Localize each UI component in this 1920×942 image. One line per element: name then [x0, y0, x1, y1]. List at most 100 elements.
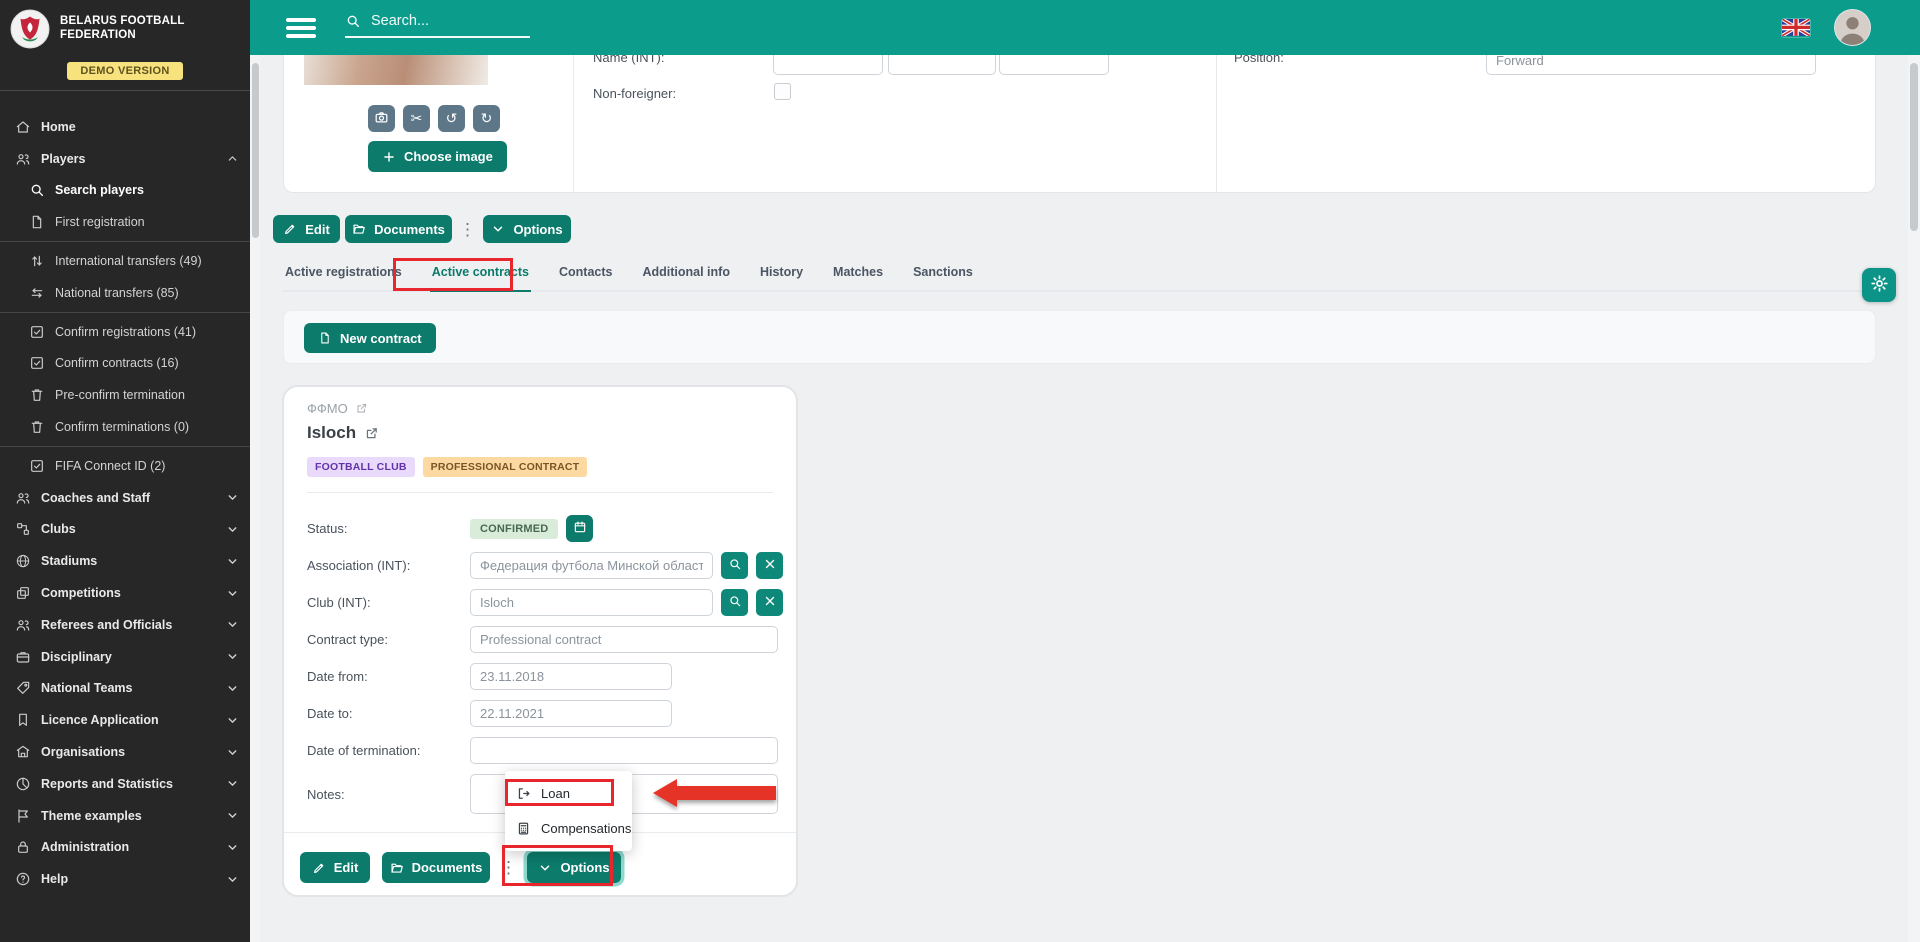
tab-active-contracts[interactable]: Active contracts: [430, 265, 531, 292]
sidebar-item-home[interactable]: Home: [0, 111, 250, 143]
uk-flag-icon[interactable]: [1782, 19, 1810, 37]
sidebar-item-clubs[interactable]: Clubs: [0, 514, 250, 546]
card-badges: FOOTBALL CLUB PROFESSIONAL CONTRACT: [307, 457, 587, 477]
sidebar-item-competitions[interactable]: Competitions: [0, 577, 250, 609]
club-search-button[interactable]: [721, 589, 748, 616]
chevron-down-icon: [226, 841, 240, 854]
sidebar-item-help[interactable]: Help: [0, 863, 250, 895]
club-input[interactable]: [470, 589, 713, 616]
sidebar-item-pre-confirm-termination[interactable]: Pre-confirm termination: [0, 379, 250, 411]
tab-active-registrations[interactable]: Active registrations: [283, 265, 404, 290]
chevron-down-icon: [226, 746, 240, 759]
status-history-button[interactable]: [566, 515, 593, 542]
contract-edit-button[interactable]: Edit: [300, 852, 370, 883]
options-button[interactable]: Options: [483, 215, 571, 243]
search-input[interactable]: [371, 13, 521, 29]
date-from-label: Date from:: [307, 669, 470, 684]
sidebar-group-divider: [0, 241, 250, 242]
contract-options-button[interactable]: Options: [527, 852, 621, 883]
tab-history[interactable]: History: [758, 265, 805, 290]
chevron-up-icon: [226, 152, 240, 165]
external-link-icon[interactable]: [355, 402, 368, 415]
new-contract-button[interactable]: New contract: [304, 323, 436, 353]
tab-contacts[interactable]: Contacts: [557, 265, 614, 290]
date-to-input[interactable]: [470, 700, 672, 727]
window-scrollbar[interactable]: [1908, 55, 1920, 942]
sidebar-item-first-registration[interactable]: First registration: [0, 206, 250, 238]
sidebar-group-divider: [0, 312, 250, 313]
sidebar-item-confirm-registrations[interactable]: Confirm registrations (41): [0, 316, 250, 348]
tab-sanctions[interactable]: Sanctions: [911, 265, 975, 290]
sidebar-scrollbar-thumb[interactable]: [252, 63, 259, 238]
date-from-input[interactable]: [470, 663, 672, 690]
window-scrollbar-thumb[interactable]: [1910, 63, 1918, 231]
player-photo: [304, 55, 488, 85]
sidebar-divider: [0, 90, 250, 91]
search-icon: [28, 182, 45, 199]
global-search[interactable]: [345, 13, 530, 38]
sidebar-item-national-teams[interactable]: National Teams: [0, 673, 250, 705]
chevron-down-icon: [226, 523, 240, 536]
tab-additional-info[interactable]: Additional info: [640, 265, 731, 290]
edit-button[interactable]: Edit: [273, 215, 340, 243]
sidebar-item-international-transfers[interactable]: International transfers (49): [0, 245, 250, 277]
rotate-right-button[interactable]: ↻: [473, 105, 500, 132]
compensations-icon: [516, 821, 531, 836]
association-input[interactable]: [470, 552, 713, 579]
documents-button[interactable]: Documents: [345, 215, 452, 243]
sidebar-scrollbar[interactable]: [250, 55, 260, 942]
tab-matches[interactable]: Matches: [831, 265, 885, 290]
contract-documents-button[interactable]: Documents: [382, 852, 490, 883]
sidebar-item-coaches-and-staff[interactable]: Coaches and Staff: [0, 482, 250, 514]
status-badge: CONFIRMED: [470, 519, 558, 539]
search-icon: [345, 13, 361, 29]
sidebar-item-stadiums[interactable]: Stadiums: [0, 545, 250, 577]
position-input[interactable]: [1486, 55, 1816, 75]
crop-image-button[interactable]: ✂: [403, 105, 430, 132]
last-name-int-input[interactable]: [773, 55, 883, 75]
sidebar-item-licence-application[interactable]: Licence Application: [0, 704, 250, 736]
user-avatar[interactable]: [1834, 9, 1871, 46]
panel-divider: [573, 55, 574, 192]
sidebar-item-organisations[interactable]: Organisations: [0, 736, 250, 768]
card-association-row: ФФМО: [307, 401, 368, 416]
sidebar-item-reports-and-statistics[interactable]: Reports and Statistics: [0, 768, 250, 800]
association-search-button[interactable]: [721, 552, 748, 579]
non-foreigner-checkbox[interactable]: [774, 83, 791, 100]
middle-name-int-input[interactable]: [999, 55, 1109, 75]
briefcase-icon: [14, 648, 31, 665]
sidebar-item-national-transfers[interactable]: National transfers (85): [0, 277, 250, 309]
camera-icon: [374, 110, 389, 128]
settings-fab-button[interactable]: [1862, 268, 1896, 302]
rotate-left-button[interactable]: ↺: [438, 105, 465, 132]
users-icon: [14, 150, 31, 167]
first-name-int-input[interactable]: [888, 55, 996, 75]
sidebar-item-fifa-connect-id[interactable]: FIFA Connect ID (2): [0, 450, 250, 482]
sidebar-item-administration[interactable]: Administration: [0, 832, 250, 864]
menu-item-compensations[interactable]: Compensations: [505, 811, 632, 846]
club-clear-button[interactable]: [756, 589, 783, 616]
search-icon: [728, 557, 742, 574]
association-short-name: ФФМО: [307, 401, 348, 416]
contract-type-input[interactable]: [470, 626, 778, 653]
choose-image-button[interactable]: Choose image: [368, 141, 507, 172]
date-of-termination-input[interactable]: [470, 737, 778, 764]
brand: BELARUS FOOTBALL FEDERATION: [0, 0, 250, 56]
association-label: Association (INT):: [307, 558, 470, 573]
sidebar-item-confirm-contracts[interactable]: Confirm contracts (16): [0, 348, 250, 380]
sidebar-item-disciplinary[interactable]: Disciplinary: [0, 641, 250, 673]
sidebar-item-theme-examples[interactable]: Theme examples: [0, 800, 250, 832]
sidebar-item-referees-and-officials[interactable]: Referees and Officials: [0, 609, 250, 641]
card-club-row: Isloch: [307, 423, 379, 443]
menu-item-loan[interactable]: Loan: [505, 775, 632, 811]
sidebar-item-search-players[interactable]: Search players: [0, 175, 250, 207]
sidebar-item-players[interactable]: Players: [0, 143, 250, 175]
chevron-down-icon: [226, 873, 240, 886]
take-photo-button[interactable]: [368, 105, 395, 132]
sidebar-item-confirm-terminations[interactable]: Confirm terminations (0): [0, 411, 250, 443]
hamburger-menu-icon[interactable]: [286, 18, 316, 38]
external-link-icon[interactable]: [364, 426, 379, 441]
association-clear-button[interactable]: [756, 552, 783, 579]
rotate-cw-icon: ↻: [481, 110, 493, 127]
chevron-down-icon: [538, 861, 552, 875]
